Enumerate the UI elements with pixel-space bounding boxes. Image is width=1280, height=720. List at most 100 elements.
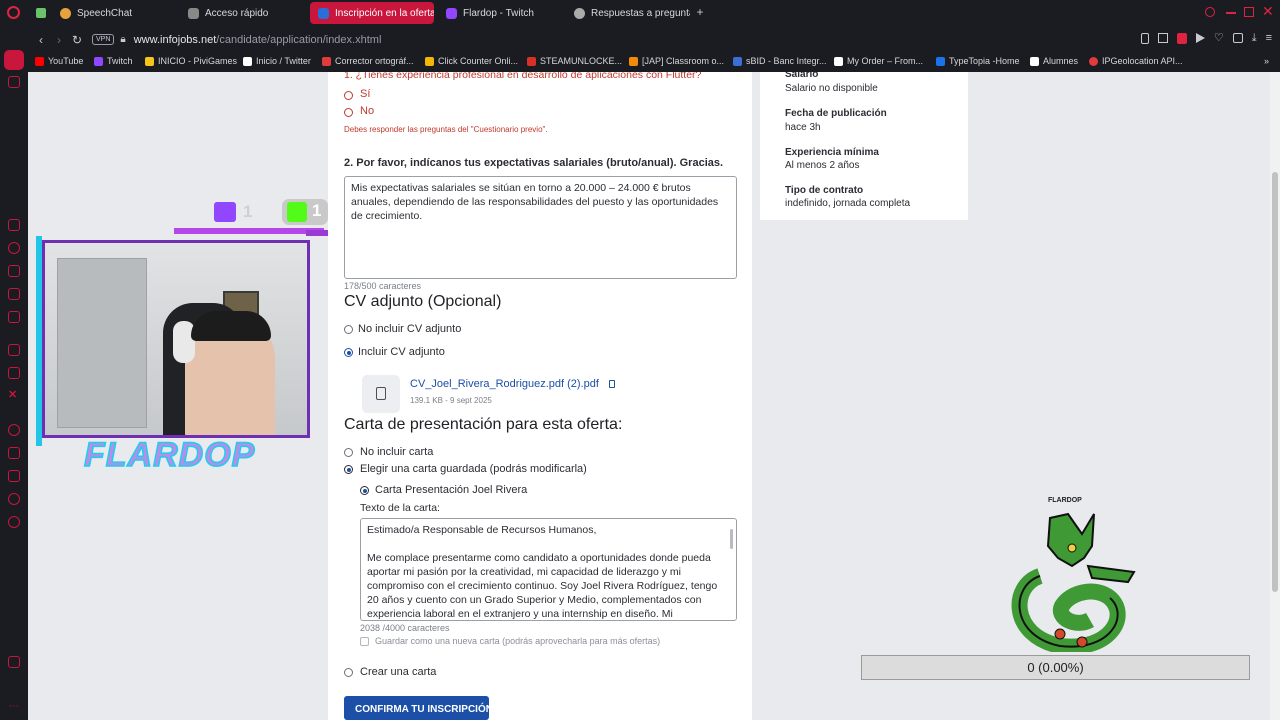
minimize-icon[interactable] [1226, 12, 1236, 14]
snapshot-icon[interactable] [1157, 33, 1168, 43]
letter-label-create[interactable]: Crear una carta [360, 666, 436, 678]
textarea-scrollbar[interactable] [730, 529, 733, 549]
q1-radio-yes[interactable] [344, 91, 353, 100]
q1-label-no[interactable]: No [360, 105, 374, 117]
sprite-coil [1011, 568, 1126, 652]
pin-icon[interactable] [1140, 33, 1149, 44]
tab-acceso-rapido[interactable]: Acceso rápido [180, 2, 305, 24]
sidebar-tool-icon[interactable] [8, 656, 20, 668]
bookmark-youtube[interactable]: YouTube [35, 56, 83, 66]
workspaces-icon[interactable] [36, 8, 46, 18]
q1-radio-no[interactable] [344, 108, 353, 117]
clock-icon[interactable] [8, 424, 20, 436]
cv-label-none[interactable]: No incluir CV adjunto [358, 323, 461, 335]
more-icon[interactable]: ⋯ [9, 701, 19, 712]
page-scrollbar[interactable] [1270, 72, 1280, 720]
new-tab-button[interactable]: + [694, 5, 706, 19]
bookmark-click-counter[interactable]: Click Counter Onli... [425, 56, 518, 66]
question-1-title: 1. ¿Tienes experiencia profesional en de… [344, 72, 702, 81]
letter-radio-create[interactable] [344, 668, 353, 677]
bookmark-corrector[interactable]: Corrector ortográf... [322, 56, 414, 66]
x-icon[interactable]: ✕ [8, 388, 17, 401]
bookmark-typetopia[interactable]: TypeTopia -Home [936, 56, 1020, 66]
pivigames-icon [145, 56, 154, 66]
bookmarks-overflow-icon[interactable]: » [1264, 56, 1269, 66]
search-icon[interactable] [1205, 7, 1215, 17]
letter-text-label: Texto de la carta: [360, 502, 440, 514]
bookmark-label: [JAP] Classroom o... [642, 56, 725, 66]
extensions-side-icon[interactable] [8, 493, 20, 505]
bookmark-ipgeolocation[interactable]: IPGeolocation API... [1089, 56, 1183, 66]
x-logo-icon [243, 56, 252, 66]
bookmark-classroom[interactable]: [JAP] Classroom o... [629, 56, 724, 66]
confirm-button[interactable]: CONFIRMA TU INSCRIPCIÓN [344, 696, 493, 720]
tab-inscripcion[interactable]: Inscripción en la oferta - [310, 2, 434, 24]
letter-label-none[interactable]: No incluir carta [360, 446, 433, 458]
salary-expectations-textarea[interactable]: Mis expectativas salariales se sitúan en… [344, 176, 737, 279]
bookmark-steamunlocked[interactable]: STEAMUNLOCKE... [527, 56, 622, 66]
letter-label-saved[interactable]: Elegir una carta guardada (podrás modifi… [360, 463, 587, 475]
menu-icon[interactable]: ≡ [1266, 33, 1272, 44]
cv-label-include[interactable]: Incluir CV adjunto [358, 346, 445, 358]
bookmark-twitter[interactable]: Inicio / Twitter [243, 56, 311, 66]
spark-icon[interactable] [8, 344, 20, 356]
cv-file-link[interactable]: CV_Joel_Rivera_Rodriguez.pdf (2).pdf [410, 378, 599, 390]
opera-logo-icon[interactable] [7, 6, 20, 19]
page-scrollbar-thumb[interactable] [1272, 172, 1278, 592]
q1-label-yes[interactable]: Sí [360, 88, 370, 100]
cv-radio-include[interactable] [344, 348, 353, 357]
tab-label: Acceso rápido [205, 7, 269, 19]
download-icon[interactable]: ⤓ [1252, 33, 1257, 44]
tab-respuestas[interactable]: Respuestas a preguntas [566, 2, 690, 24]
download-side-icon[interactable] [8, 470, 20, 482]
classroom-icon [629, 56, 638, 66]
heart-icon[interactable]: ♡ [1214, 33, 1224, 44]
bookmark-twitch[interactable]: Twitch [94, 56, 133, 66]
webcam-feed [42, 240, 310, 438]
reload-icon[interactable]: ↻ [68, 33, 86, 47]
extensions-icon[interactable] [1232, 33, 1243, 43]
messenger-app-icon[interactable] [8, 288, 20, 300]
browser-tab-bar: SpeechChat Acceso rápido Inscripción en … [0, 0, 1280, 26]
bookmark-pivigames[interactable]: INICIO - PiviGames [145, 56, 237, 66]
adblock-icon[interactable] [1176, 33, 1187, 44]
home-icon[interactable] [4, 50, 24, 70]
music-icon[interactable] [8, 311, 20, 323]
progress-counter: 0 (0.00%) [861, 655, 1250, 680]
tab-speechchat[interactable]: SpeechChat [52, 2, 172, 24]
save-new-letter-label[interactable]: Guardar como una nueva carta (podrás apr… [375, 636, 660, 646]
maximize-icon[interactable] [1244, 7, 1254, 17]
cv-radio-none[interactable] [344, 325, 353, 334]
saved-letter-label[interactable]: Carta Presentación Joel Rivera [375, 484, 527, 496]
click-counter-icon [425, 56, 434, 66]
bookmark-sbid[interactable]: sBID - Banc Integr... [733, 56, 827, 66]
settings-icon[interactable] [8, 516, 20, 528]
tab-flardop-twitch[interactable]: Flardop - Twitch [438, 2, 563, 24]
bookmark-alumnes[interactable]: Alumnes [1030, 56, 1078, 66]
saved-letter-radio[interactable] [360, 486, 369, 495]
forward-icon[interactable]: › [50, 33, 68, 47]
letter-textarea[interactable]: Estimado/a Responsable de Recursos Human… [360, 518, 737, 621]
bookmark-my-order[interactable]: My Order – From... [834, 56, 923, 66]
messenger-icon[interactable] [8, 76, 20, 88]
sbid-icon [733, 56, 742, 66]
publication-value: hace 3h [785, 122, 821, 133]
history-icon[interactable] [8, 219, 20, 231]
save-new-letter-checkbox[interactable] [360, 637, 369, 646]
refresh-icon[interactable] [8, 242, 20, 254]
twitch-side-icon[interactable] [8, 367, 20, 379]
letter-radio-none[interactable] [344, 448, 353, 457]
url-field[interactable]: www.infojobs.net/candidate/application/i… [134, 34, 382, 46]
bookmark-label: STEAMUNLOCKE... [540, 56, 623, 66]
letter-radio-saved[interactable] [344, 465, 353, 474]
close-icon[interactable]: ✕ [1262, 3, 1274, 20]
back-icon[interactable]: ‹ [32, 33, 50, 47]
bookmark-label: IPGeolocation API... [1102, 56, 1183, 66]
browser-sidebar: ✕ ⋯ [0, 26, 28, 720]
play-icon[interactable] [1195, 33, 1205, 43]
archive-icon[interactable] [8, 447, 20, 459]
webcam-hair [191, 311, 271, 341]
wallet-icon[interactable] [8, 265, 20, 277]
delete-file-icon[interactable] [609, 380, 615, 388]
vpn-badge[interactable]: VPN [92, 34, 115, 45]
